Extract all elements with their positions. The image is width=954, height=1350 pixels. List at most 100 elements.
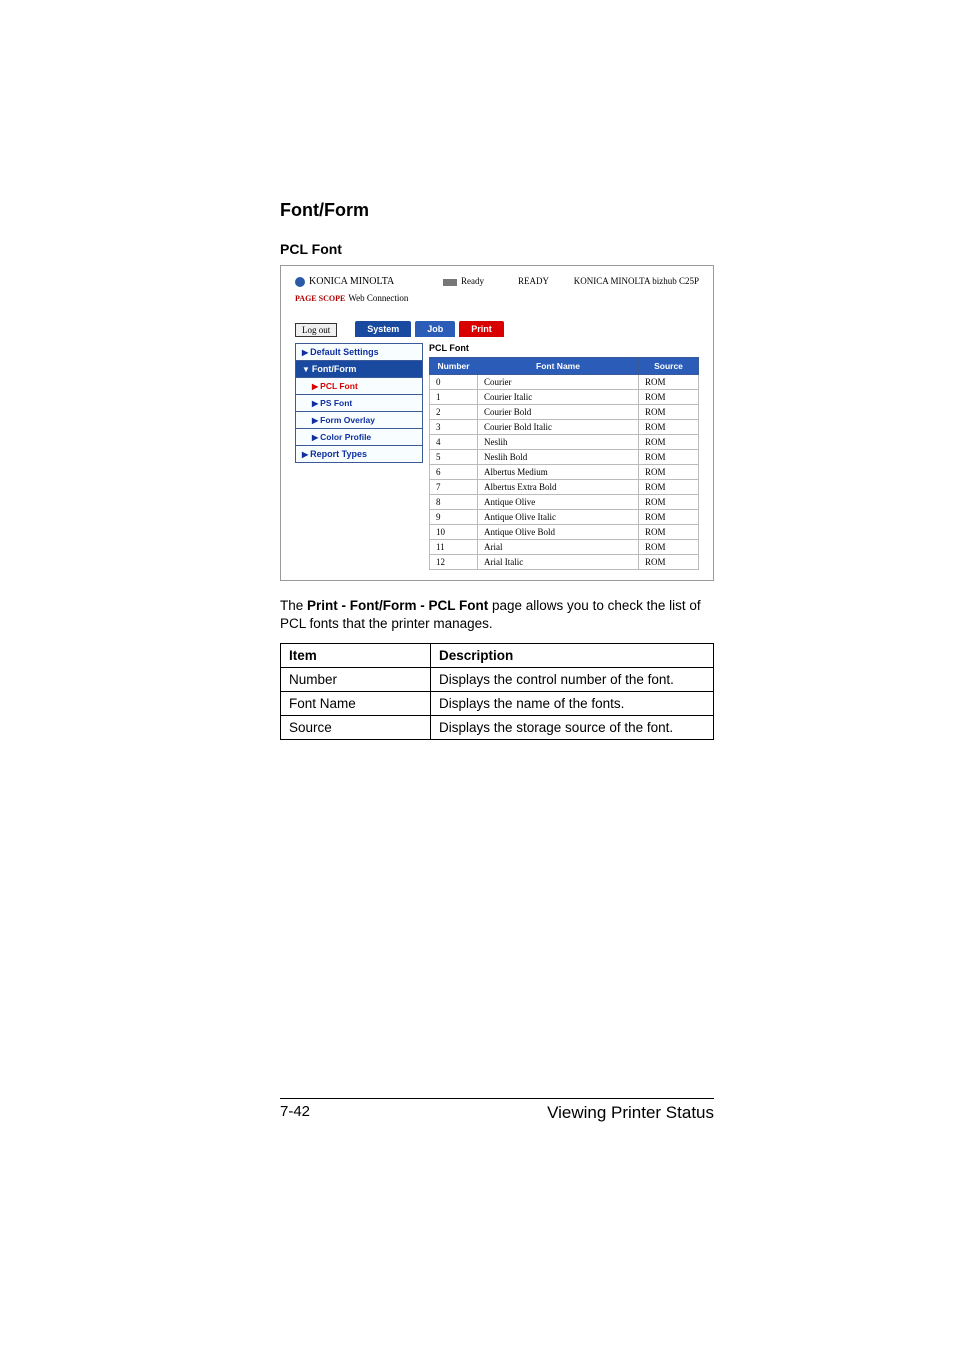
cell-number: 1 bbox=[430, 390, 478, 405]
table-row: 2Courier BoldROM bbox=[430, 405, 699, 420]
sidebar-label: Report Types bbox=[310, 449, 367, 459]
cell-source: ROM bbox=[639, 465, 699, 480]
th-number: Number bbox=[430, 358, 478, 375]
triangle-right-icon: ▶ bbox=[312, 416, 318, 425]
page-number: 7-42 bbox=[280, 1103, 310, 1123]
sidebar: ▶Default Settings ▼Font/Form ▶PCL Font ▶… bbox=[295, 343, 423, 462]
cell-source: ROM bbox=[639, 540, 699, 555]
sidebar-sub-form-overlay[interactable]: ▶Form Overlay bbox=[295, 411, 423, 429]
th-font-name: Font Name bbox=[478, 358, 639, 375]
cell-source: ROM bbox=[639, 555, 699, 570]
cell-number: 0 bbox=[430, 375, 478, 390]
cell-source: ROM bbox=[639, 435, 699, 450]
sidebar-sub-pcl-font[interactable]: ▶PCL Font bbox=[295, 377, 423, 395]
cell-font-name: Neslih bbox=[478, 435, 639, 450]
pcl-font-table: Number Font Name Source 0CourierROM1Cour… bbox=[429, 357, 699, 570]
logout-button[interactable]: Log out bbox=[295, 323, 337, 337]
ready-small: Ready bbox=[461, 276, 484, 286]
cell-font-name: Antique Olive bbox=[478, 495, 639, 510]
table-row: SourceDisplays the storage source of the… bbox=[281, 716, 714, 740]
cell-item: Source bbox=[281, 716, 431, 740]
konica-logo-icon bbox=[295, 277, 305, 287]
cell-number: 8 bbox=[430, 495, 478, 510]
sidebar-item-report-types[interactable]: ▶Report Types bbox=[295, 445, 423, 463]
sidebar-label: Font/Form bbox=[312, 364, 357, 374]
triangle-right-icon: ▶ bbox=[312, 382, 318, 391]
table-row: 9Antique Olive ItalicROM bbox=[430, 510, 699, 525]
footer-title: Viewing Printer Status bbox=[547, 1103, 714, 1123]
subbrand-row: PAGE SCOPE Web Connection bbox=[295, 293, 408, 303]
sidebar-item-font-form[interactable]: ▼Font/Form bbox=[295, 360, 423, 378]
cell-source: ROM bbox=[639, 375, 699, 390]
cell-font-name: Arial Italic bbox=[478, 555, 639, 570]
th-item: Item bbox=[281, 644, 431, 668]
cell-item: Number bbox=[281, 668, 431, 692]
sidebar-label: Form Overlay bbox=[320, 415, 375, 425]
cell-source: ROM bbox=[639, 495, 699, 510]
cell-description: Displays the storage source of the font. bbox=[431, 716, 714, 740]
cell-number: 4 bbox=[430, 435, 478, 450]
cell-source: ROM bbox=[639, 510, 699, 525]
tab-system[interactable]: System bbox=[355, 321, 411, 337]
cell-font-name: Albertus Medium bbox=[478, 465, 639, 480]
sidebar-label: Color Profile bbox=[320, 432, 371, 442]
cell-number: 11 bbox=[430, 540, 478, 555]
table-row: 3Courier Bold ItalicROM bbox=[430, 420, 699, 435]
cell-number: 2 bbox=[430, 405, 478, 420]
th-description: Description bbox=[431, 644, 714, 668]
triangle-right-icon: ▶ bbox=[302, 348, 308, 357]
table-row: 6Albertus MediumROM bbox=[430, 465, 699, 480]
triangle-right-icon: ▶ bbox=[312, 433, 318, 442]
cell-description: Displays the name of the fonts. bbox=[431, 692, 714, 716]
sidebar-sub-ps-font[interactable]: ▶PS Font bbox=[295, 394, 423, 412]
th-source: Source bbox=[639, 358, 699, 375]
cell-font-name: Antique Olive Italic bbox=[478, 510, 639, 525]
cell-font-name: Courier bbox=[478, 375, 639, 390]
cell-description: Displays the control number of the font. bbox=[431, 668, 714, 692]
cell-font-name: Arial bbox=[478, 540, 639, 555]
cell-source: ROM bbox=[639, 480, 699, 495]
cell-number: 12 bbox=[430, 555, 478, 570]
sidebar-item-default-settings[interactable]: ▶Default Settings bbox=[295, 343, 423, 361]
pagescope-mark-icon: PAGE SCOPE bbox=[295, 294, 345, 303]
cell-item: Font Name bbox=[281, 692, 431, 716]
description-table: Item Description NumberDisplays the cont… bbox=[280, 643, 714, 740]
sidebar-sub-color-profile[interactable]: ▶Color Profile bbox=[295, 428, 423, 446]
tab-job[interactable]: Job bbox=[415, 321, 455, 337]
screenshot-panel: KONICA MINOLTA PAGE SCOPE Web Connection… bbox=[280, 265, 714, 581]
table-row: 7Albertus Extra BoldROM bbox=[430, 480, 699, 495]
table-row: 10Antique Olive BoldROM bbox=[430, 525, 699, 540]
table-row: 11ArialROM bbox=[430, 540, 699, 555]
brand-row: KONICA MINOLTA bbox=[295, 276, 408, 287]
table-row: 1Courier ItalicROM bbox=[430, 390, 699, 405]
cell-source: ROM bbox=[639, 390, 699, 405]
cell-number: 5 bbox=[430, 450, 478, 465]
body-text-bold: Print - Font/Form - PCL Font bbox=[307, 598, 488, 613]
subbrand-text: Web Connection bbox=[348, 293, 408, 303]
tab-print[interactable]: Print bbox=[459, 321, 504, 337]
body-paragraph: The Print - Font/Form - PCL Font page al… bbox=[280, 597, 714, 633]
printer-icon bbox=[443, 276, 457, 286]
tab-row: System Job Print bbox=[355, 321, 504, 337]
cell-font-name: Antique Olive Bold bbox=[478, 525, 639, 540]
triangle-right-icon: ▶ bbox=[302, 450, 308, 459]
page-footer: 7-42 Viewing Printer Status bbox=[280, 1098, 714, 1123]
cell-number: 3 bbox=[430, 420, 478, 435]
cell-font-name: Albertus Extra Bold bbox=[478, 480, 639, 495]
cell-source: ROM bbox=[639, 405, 699, 420]
table-row: 0CourierROM bbox=[430, 375, 699, 390]
table-row: NumberDisplays the control number of the… bbox=[281, 668, 714, 692]
sidebar-label: PCL Font bbox=[320, 381, 358, 391]
table-row: 8Antique OliveROM bbox=[430, 495, 699, 510]
cell-number: 9 bbox=[430, 510, 478, 525]
ready-big: READY bbox=[518, 276, 549, 286]
main-panel-title: PCL Font bbox=[429, 343, 699, 353]
cell-source: ROM bbox=[639, 450, 699, 465]
heading-pcl-font: PCL Font bbox=[280, 241, 714, 257]
sidebar-label: Default Settings bbox=[310, 347, 379, 357]
cell-number: 10 bbox=[430, 525, 478, 540]
table-row: 5Neslih BoldROM bbox=[430, 450, 699, 465]
triangle-right-icon: ▶ bbox=[312, 399, 318, 408]
heading-font-form: Font/Form bbox=[280, 200, 714, 221]
cell-source: ROM bbox=[639, 525, 699, 540]
